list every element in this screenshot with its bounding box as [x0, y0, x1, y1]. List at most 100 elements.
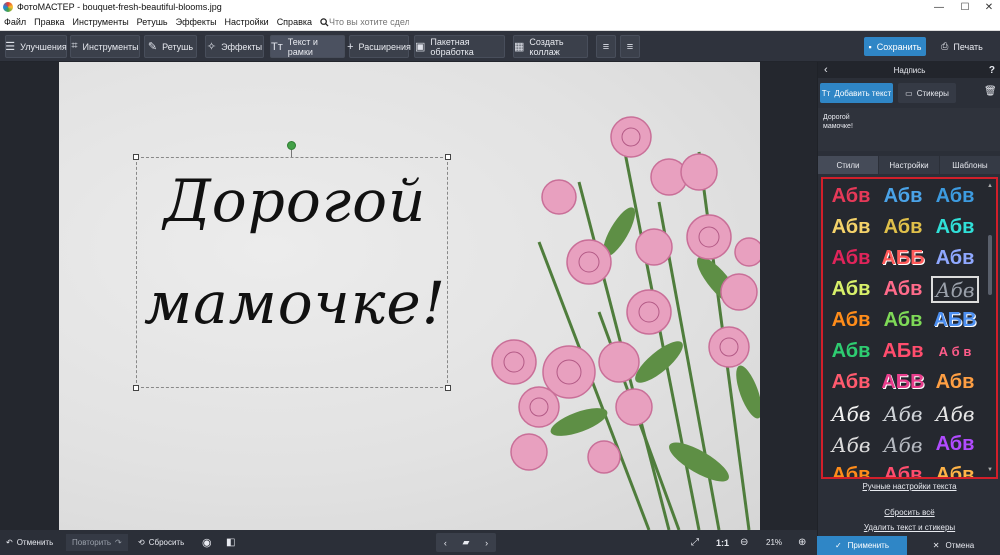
- scroll-thumb[interactable]: [988, 235, 992, 295]
- tab-styles[interactable]: Стили: [818, 156, 879, 174]
- text-input[interactable]: Дорогой мамочке!: [818, 108, 1000, 151]
- text-style-option[interactable]: Абв: [877, 398, 929, 429]
- floppy-icon: ▪: [868, 41, 872, 52]
- tab-templates[interactable]: Шаблоны: [940, 156, 1000, 174]
- text-style-option[interactable]: Абв: [825, 460, 877, 477]
- minimize-button[interactable]: —: [926, 0, 952, 14]
- close-button[interactable]: ✕: [976, 0, 1000, 14]
- text-style-option[interactable]: Абв: [825, 367, 877, 398]
- text-style-option[interactable]: АББ: [877, 243, 929, 274]
- magic-wand-icon: ✧: [206, 41, 217, 53]
- text-style-option[interactable]: Абв: [877, 460, 929, 477]
- back-arrow-icon[interactable]: ‹: [824, 64, 828, 76]
- list-settings-button[interactable]: ≡: [596, 35, 616, 58]
- retouch-button[interactable]: ✎ Ретушь: [144, 35, 197, 58]
- add-text-button[interactable]: Tт Добавить текст: [820, 83, 893, 103]
- undo-button[interactable]: ↶ Отменить: [6, 534, 53, 551]
- save-button[interactable]: ▪ Сохранить: [864, 37, 926, 56]
- menu-tools[interactable]: Инструменты: [73, 17, 129, 27]
- text-style-option[interactable]: Абв: [825, 212, 877, 243]
- list-info-icon: ≡: [626, 40, 634, 53]
- text-style-option[interactable]: Абв: [825, 181, 877, 212]
- search-icon: [320, 17, 329, 27]
- text-style-option[interactable]: Абв: [929, 367, 981, 398]
- text-style-option[interactable]: Абв: [929, 181, 981, 212]
- menu-effects[interactable]: Эффекты: [176, 17, 217, 27]
- print-button[interactable]: ⎙ Печать: [934, 37, 990, 56]
- text-style-option[interactable]: Абв: [929, 429, 981, 460]
- resize-handle-tl[interactable]: [133, 154, 139, 160]
- zoom-in-icon[interactable]: ⊕: [798, 534, 806, 551]
- tab-settings[interactable]: Настройки: [879, 156, 940, 174]
- text-frames-button[interactable]: Tт Текст и рамки: [270, 35, 345, 58]
- resize-handle-br[interactable]: [445, 385, 451, 391]
- text-style-option[interactable]: Абв: [929, 398, 981, 429]
- text-style-option[interactable]: Абв: [929, 460, 981, 477]
- compare-icon[interactable]: ◧: [226, 534, 235, 551]
- text-style-option[interactable]: Абв: [931, 276, 979, 303]
- reset-all-link[interactable]: Сбросить всё: [818, 508, 1000, 517]
- text-style-option[interactable]: Абв: [877, 429, 929, 460]
- styles-scrollbar[interactable]: ▲ ▼: [987, 183, 993, 473]
- text-style-option[interactable]: Абв: [825, 243, 877, 274]
- actual-size-button[interactable]: 1:1: [716, 534, 729, 551]
- text-icon: Tт: [271, 40, 283, 53]
- batch-button[interactable]: ▣ Пакетная обработка: [414, 35, 505, 58]
- scroll-up-icon[interactable]: ▲: [987, 183, 993, 189]
- canvas-text[interactable]: Дорогой мамочке!: [140, 165, 450, 339]
- menu-settings[interactable]: Настройки: [225, 17, 269, 27]
- text-style-option[interactable]: Абв: [825, 429, 877, 460]
- text-style-option[interactable]: Абв: [877, 212, 929, 243]
- menu-help[interactable]: Справка: [277, 17, 312, 27]
- redo-button[interactable]: Повторить ↷: [66, 534, 128, 551]
- resize-handle-tr[interactable]: [445, 154, 451, 160]
- resize-handle-bl[interactable]: [133, 385, 139, 391]
- maximize-button[interactable]: ☐: [952, 0, 978, 14]
- stickers-button[interactable]: ▭ Стикеры: [898, 83, 956, 103]
- scroll-down-icon[interactable]: ▼: [987, 467, 993, 473]
- delete-all-link[interactable]: Удалить текст и стикеры: [818, 523, 1000, 532]
- extensions-button[interactable]: + Расширения: [347, 35, 411, 58]
- apply-button[interactable]: ✓ Применить: [817, 536, 907, 555]
- text-style-option[interactable]: Абв: [825, 274, 877, 305]
- manual-settings-link[interactable]: Ручные настройки текста: [818, 482, 1000, 491]
- text-style-option[interactable]: Абв: [929, 212, 981, 243]
- panel-header: ‹ Надпись ?: [818, 62, 1000, 78]
- menu-retouch[interactable]: Ретушь: [137, 17, 168, 27]
- text-style-option[interactable]: Абв: [825, 398, 877, 429]
- eye-icon[interactable]: ◉: [202, 534, 212, 551]
- reset-button[interactable]: ⟲ Сбросить: [138, 534, 184, 551]
- collage-button[interactable]: ▦ Создать коллаж: [513, 35, 588, 58]
- folder-icon[interactable]: ▰: [463, 537, 470, 548]
- panel-title: Надпись: [893, 65, 926, 75]
- text-style-option[interactable]: Абв: [877, 274, 929, 305]
- help-icon[interactable]: ?: [989, 65, 995, 76]
- check-icon: ✓: [834, 541, 842, 550]
- text-style-option[interactable]: АБВ: [877, 367, 929, 398]
- panel-tabs: Стили Настройки Шаблоны: [818, 156, 1000, 174]
- improve-button[interactable]: ☰ Улучшения: [5, 35, 67, 58]
- trash-icon[interactable]: 🗑: [984, 86, 997, 97]
- text-style-option[interactable]: АБв: [877, 336, 929, 367]
- text-style-option[interactable]: Абв: [825, 305, 877, 336]
- text-style-option[interactable]: АБВ: [929, 305, 981, 336]
- search-input[interactable]: [329, 17, 409, 27]
- prev-image-icon[interactable]: ‹: [444, 538, 447, 548]
- text-style-option[interactable]: Абв: [877, 181, 929, 212]
- close-icon: ✕: [932, 541, 940, 550]
- canvas-text-line-2: мамочке!: [143, 269, 447, 337]
- text-style-option[interactable]: Абв: [825, 336, 877, 367]
- menu-edit[interactable]: Правка: [34, 17, 64, 27]
- cancel-button[interactable]: ✕ Отмена: [907, 536, 1000, 555]
- text-style-option[interactable]: А б в: [929, 336, 981, 367]
- zoom-out-icon[interactable]: ⊖: [740, 534, 748, 551]
- list-info-button[interactable]: ≡: [620, 35, 640, 58]
- fit-screen-icon[interactable]: ⤢: [691, 534, 699, 551]
- menu-file[interactable]: Файл: [4, 17, 26, 27]
- effects-button[interactable]: ✧ Эффекты: [205, 35, 264, 58]
- text-style-option[interactable]: Абв: [877, 305, 929, 336]
- text-style-option[interactable]: Абв: [929, 243, 981, 274]
- rotate-handle[interactable]: [287, 141, 296, 150]
- tools-button[interactable]: ⌗ Инструменты: [70, 35, 140, 58]
- next-image-icon[interactable]: ›: [485, 538, 488, 548]
